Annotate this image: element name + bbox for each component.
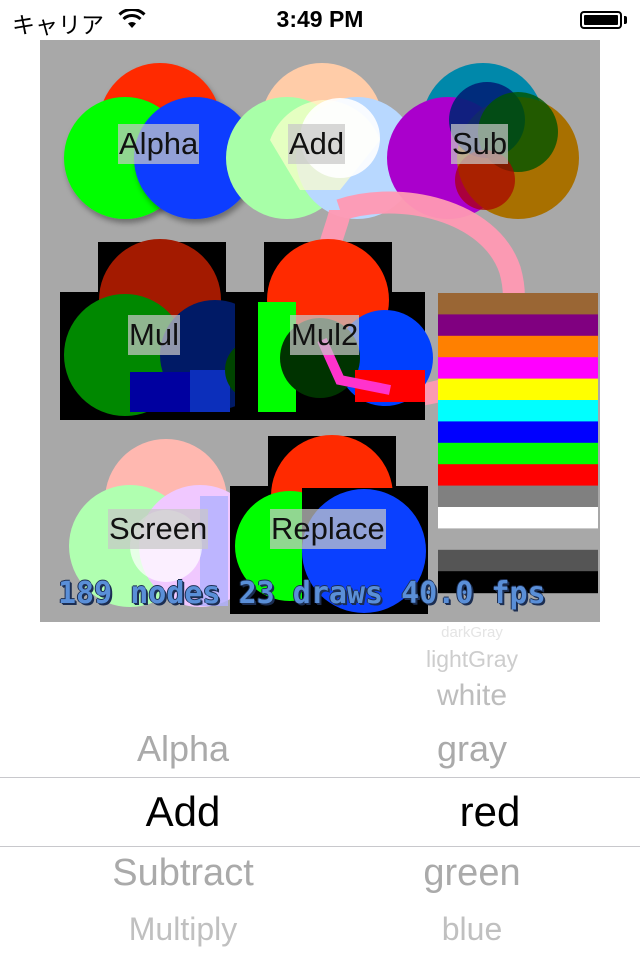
- battery-tip: [624, 16, 627, 24]
- status-bar: キャリア 3:49 PM: [0, 0, 640, 40]
- picker-option-color[interactable]: darkGray: [310, 610, 634, 640]
- color-bar: [438, 400, 598, 422]
- label-mul: Mul: [128, 315, 180, 355]
- picker-selected-blend[interactable]: Add: [20, 788, 346, 836]
- label-mul2: Mul2: [290, 315, 360, 355]
- picker-selection-top-line: [0, 777, 640, 778]
- picker-option-blend[interactable]: Multiply: [20, 911, 346, 948]
- color-bar: [438, 528, 598, 551]
- color-bar: [438, 507, 598, 529]
- picker-option-color-label: darkGray: [441, 624, 503, 640]
- color-bar: [438, 442, 598, 465]
- label-replace: Replace: [270, 509, 386, 549]
- stats-overlay: 189 nodes 23 draws 40.0 fps: [58, 576, 546, 611]
- color-bar: [438, 293, 598, 315]
- label-alpha: Alpha: [118, 124, 200, 164]
- picker-option-blend[interactable]: Subtract: [20, 852, 346, 895]
- picker-option-color[interactable]: green: [310, 852, 634, 895]
- label-add: Add: [288, 124, 346, 164]
- picker-option-blend[interactable]: Alpha: [20, 728, 346, 770]
- blend-color-picker[interactable]: Alpha Add Subtract Multiply darkGray lig…: [0, 622, 640, 960]
- color-bar: [438, 314, 598, 337]
- color-bars: [438, 293, 598, 594]
- color-bar: [438, 485, 598, 508]
- label-sub: Sub: [451, 124, 509, 164]
- color-bar: [438, 464, 598, 487]
- picker-option-color[interactable]: gray: [310, 728, 634, 770]
- color-bar: [438, 335, 598, 358]
- picker-option-color[interactable]: blue: [310, 911, 634, 948]
- label-screen: Screen: [108, 509, 209, 549]
- picker-option-color[interactable]: white: [310, 679, 634, 713]
- color-bar: [438, 549, 598, 572]
- status-time: 3:49 PM: [276, 6, 364, 32]
- color-bar: [438, 357, 598, 380]
- battery-icon: [580, 11, 622, 29]
- picker-option-color[interactable]: lightGray: [310, 646, 634, 673]
- picker-selected-color[interactable]: red: [328, 788, 640, 836]
- color-bar: [438, 421, 598, 444]
- color-bar: [438, 378, 598, 401]
- picker-selection-bottom-line: [0, 846, 640, 847]
- blend-scene[interactable]: Alpha Add Sub Mul Mul2 Screen Replace 18…: [40, 40, 600, 622]
